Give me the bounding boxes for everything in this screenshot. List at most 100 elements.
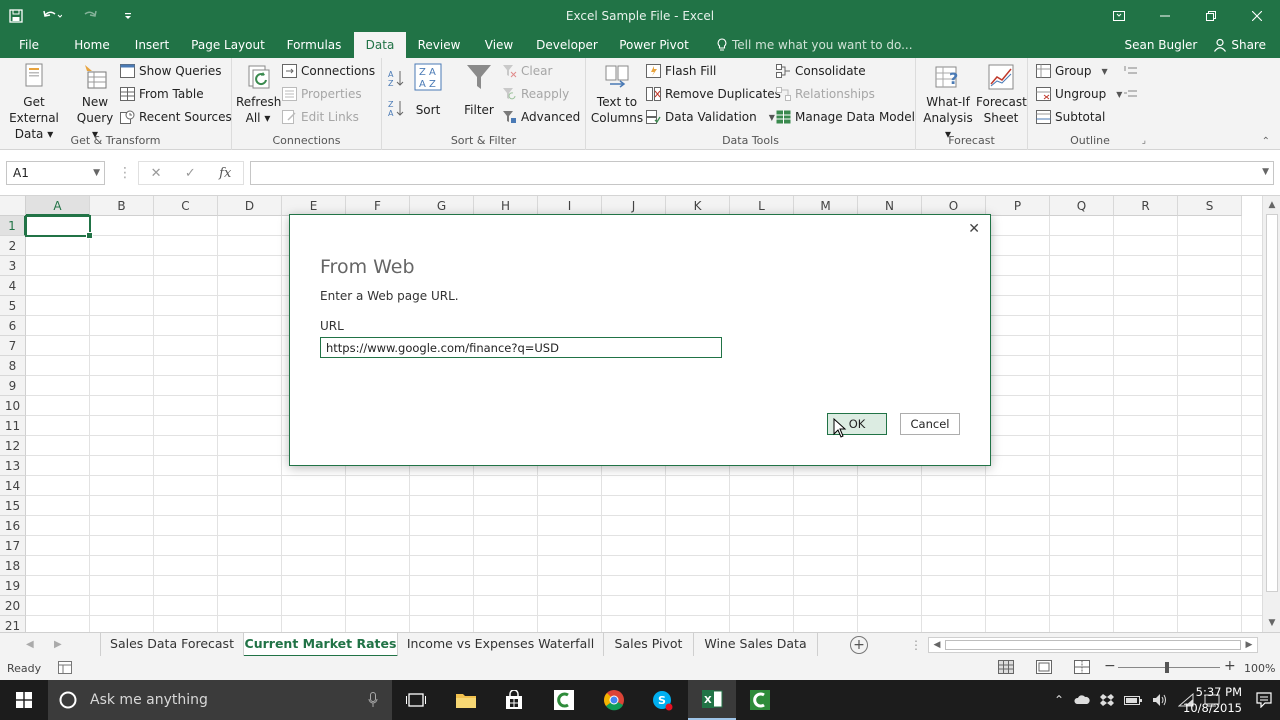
select-all-corner[interactable] [0, 196, 26, 216]
close-window-button[interactable] [1234, 0, 1280, 32]
properties-button[interactable]: Properties [282, 84, 362, 104]
sort-descending-button[interactable]: ZA [388, 98, 404, 118]
page-layout-view-icon[interactable] [1036, 660, 1052, 674]
battery-icon[interactable] [1124, 694, 1142, 706]
scroll-down-icon[interactable]: ▼ [1266, 617, 1278, 629]
ungroup-button[interactable]: Ungroup ▼ [1036, 84, 1122, 104]
microphone-icon[interactable] [368, 692, 378, 708]
advanced-button[interactable]: Advanced [502, 107, 580, 127]
recent-sources-button[interactable]: Recent Sources [120, 107, 232, 127]
zoom-in-icon[interactable]: + [1224, 658, 1236, 674]
tab-developer[interactable]: Developer [534, 32, 600, 58]
column-header[interactable]: A [26, 196, 90, 216]
row-header[interactable]: 1 [0, 216, 26, 236]
flash-fill-button[interactable]: Flash Fill [646, 61, 716, 81]
sort-ascending-button[interactable]: AZ [388, 68, 404, 88]
zoom-knob[interactable] [1165, 662, 1169, 673]
connections-button[interactable]: Connections [282, 61, 375, 81]
row-header[interactable]: 15 [0, 496, 26, 516]
column-header[interactable]: B [90, 196, 154, 216]
dialog-close-icon[interactable]: ✕ [968, 221, 980, 237]
tab-insert[interactable]: Insert [130, 32, 174, 58]
enter-entry-icon[interactable]: ✓ [185, 166, 196, 181]
name-box[interactable]: A1 ▼ [6, 161, 105, 185]
vertical-scroll-thumb[interactable] [1266, 214, 1278, 592]
edit-links-button[interactable]: Edit Links [282, 107, 359, 127]
row-header[interactable]: 9 [0, 376, 26, 396]
column-header[interactable]: H [474, 196, 538, 216]
file-explorer-button[interactable] [442, 680, 490, 720]
zoom-slider[interactable]: − + [1104, 658, 1238, 676]
tab-page-layout[interactable]: Page Layout [190, 32, 266, 58]
reapply-button[interactable]: Reapply [502, 84, 569, 104]
url-input[interactable] [320, 337, 722, 358]
column-header[interactable]: N [858, 196, 922, 216]
cancel-entry-icon[interactable]: ✕ [151, 166, 162, 181]
onedrive-icon[interactable] [1074, 694, 1090, 706]
taskbar-clock[interactable]: 5:37 PM 10/8/2015 [1183, 684, 1242, 716]
horizontal-scrollbar[interactable]: ◀ ▶ [928, 637, 1258, 653]
row-header[interactable]: 11 [0, 416, 26, 436]
sheet-tab[interactable]: Sales Pivot [604, 633, 694, 657]
scroll-up-icon[interactable]: ▲ [1266, 199, 1278, 211]
user-name[interactable]: Sean Bugler [1124, 38, 1197, 52]
row-header[interactable]: 2 [0, 236, 26, 256]
zoom-out-icon[interactable]: − [1104, 658, 1116, 674]
add-sheet-button[interactable]: + [850, 636, 868, 654]
sheet-prev-icon[interactable]: ◀ [26, 633, 34, 657]
refresh-all-button[interactable]: Refresh All ▾ [236, 62, 281, 126]
zoom-track[interactable] [1118, 667, 1220, 668]
task-view-button[interactable] [392, 680, 440, 720]
row-header[interactable]: 19 [0, 576, 26, 596]
share-button[interactable]: Share [1213, 38, 1266, 52]
from-table-button[interactable]: From Table [120, 84, 204, 104]
remove-duplicates-button[interactable]: Remove Duplicates [646, 84, 781, 104]
row-header[interactable]: 16 [0, 516, 26, 536]
get-external-data-button[interactable]: Get External Data ▾ [2, 62, 66, 142]
start-button[interactable] [0, 680, 48, 720]
text-to-columns-button[interactable]: Text to Columns [590, 62, 644, 126]
vertical-scrollbar[interactable]: ▲ ▼ [1262, 196, 1280, 632]
group-button[interactable]: Group ▼ [1036, 61, 1108, 81]
sheet-tab[interactable]: Sales Data Forecast [100, 633, 244, 657]
tab-view[interactable]: View [478, 32, 520, 58]
row-header[interactable]: 6 [0, 316, 26, 336]
scroll-right-icon[interactable]: ▶ [1242, 638, 1256, 652]
sheet-tab[interactable]: Income vs Expenses Waterfall [398, 633, 604, 657]
expand-formula-bar-icon[interactable]: ▼ [1262, 167, 1269, 177]
cortana-search[interactable]: Ask me anything [48, 680, 392, 720]
sheet-tab[interactable]: Current Market Rates [244, 633, 398, 657]
tab-split-grip-icon[interactable]: ⋮ [910, 638, 922, 652]
formula-input[interactable]: ▼ [250, 161, 1274, 185]
clear-button[interactable]: Clear [502, 61, 552, 81]
column-header[interactable]: E [282, 196, 346, 216]
column-header[interactable]: Q [1050, 196, 1114, 216]
row-header[interactable]: 21 [0, 616, 26, 632]
tab-formulas[interactable]: Formulas [282, 32, 346, 58]
macro-record-icon[interactable] [58, 661, 72, 674]
sheet-tab[interactable]: Wine Sales Data [694, 633, 818, 657]
column-header[interactable]: J [602, 196, 666, 216]
show-queries-button[interactable]: Show Queries [120, 61, 222, 81]
store-button[interactable] [490, 680, 538, 720]
new-query-button[interactable]: New Query ▾ [72, 62, 118, 142]
excel-taskbar-button[interactable]: X [688, 680, 736, 720]
column-header[interactable]: C [154, 196, 218, 216]
skype-button[interactable]: S [638, 680, 686, 720]
column-header[interactable]: F [346, 196, 410, 216]
active-cell[interactable] [25, 215, 93, 239]
chrome-button[interactable] [590, 680, 638, 720]
zoom-percent[interactable]: 100% [1244, 662, 1275, 675]
minimize-button[interactable] [1142, 0, 1188, 32]
tab-file[interactable]: File [8, 32, 50, 58]
tell-me-search[interactable]: Tell me what you want to do... [716, 37, 913, 53]
data-validation-button[interactable]: Data Validation ▼ [646, 107, 775, 127]
column-header[interactable]: G [410, 196, 474, 216]
consolidate-button[interactable]: Consolidate [776, 61, 866, 81]
hide-detail-button[interactable] [1124, 84, 1138, 104]
name-box-dropdown-icon[interactable]: ▼ [93, 162, 100, 184]
insert-function-icon[interactable]: fx [219, 166, 231, 181]
column-header[interactable]: S [1178, 196, 1242, 216]
ungroup-dropdown-icon[interactable]: ▼ [1116, 90, 1122, 99]
dropbox-icon[interactable] [1100, 693, 1114, 707]
